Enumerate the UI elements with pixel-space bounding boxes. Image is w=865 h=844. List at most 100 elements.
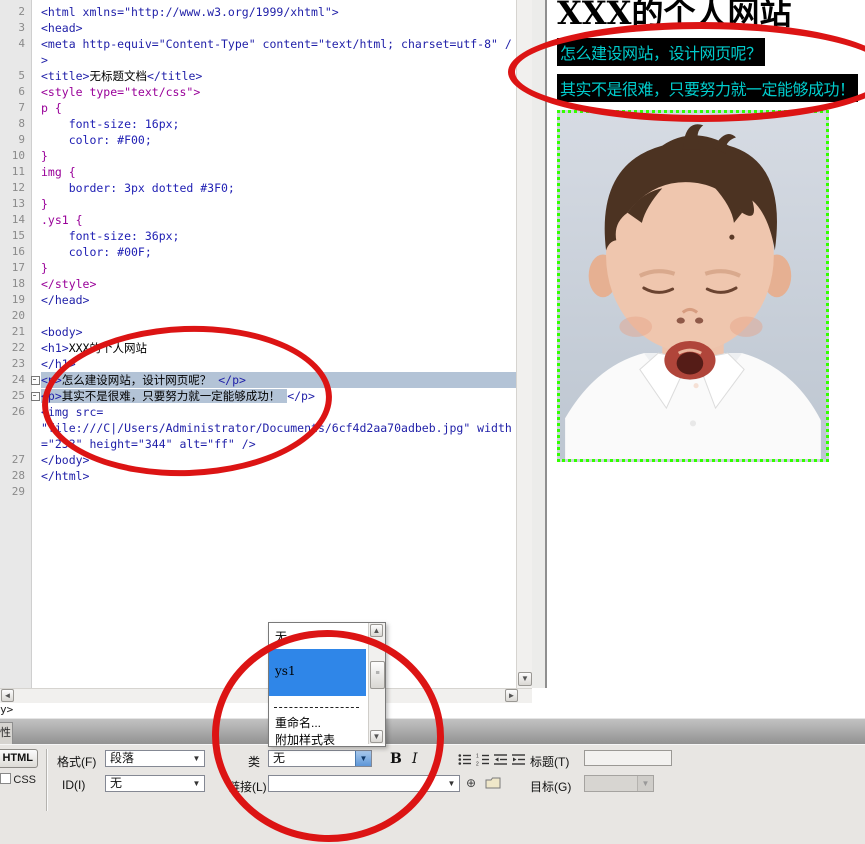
code-line[interactable]: 9 color: #F00; [0, 132, 516, 148]
code-text[interactable]: <head> [41, 20, 516, 36]
code-text[interactable] [41, 484, 516, 500]
code-line[interactable]: 17} [0, 260, 516, 276]
code-line[interactable]: 7 p { [0, 100, 516, 116]
code-line[interactable]: 2 <html xmlns="http://www.w3.org/1999/xht… [0, 4, 516, 20]
code-line[interactable]: 20 [0, 308, 516, 324]
code-text[interactable]: <img src= [41, 404, 516, 420]
code-text[interactable] [41, 308, 516, 324]
format-dropdown-icon[interactable]: ▼ [189, 751, 204, 766]
code-line[interactable]: 4 <meta http-equiv="Content-Type" content… [0, 36, 516, 52]
link-dropdown-icon[interactable]: ▼ [444, 776, 459, 791]
code-line[interactable]: 15 font-size: 36px; [0, 228, 516, 244]
link-input[interactable]: ▼ [268, 775, 460, 792]
code-line[interactable]: 27 </body> [0, 452, 516, 468]
html-mode-button[interactable]: HTML [0, 749, 38, 768]
code-line[interactable]: 18 </style> [0, 276, 516, 292]
popup-item-none[interactable]: 无 [269, 628, 366, 645]
code-text[interactable]: </body> [41, 452, 516, 468]
code-line[interactable]: 24 <p>怎么建设网站，设计网页呢？ </p> [0, 372, 516, 388]
code-text[interactable]: <p>其实不是很难，只要努力就一定能够成功！ </p> [41, 388, 516, 404]
code-line[interactable]: 12 border: 3px dotted #3F0; [0, 180, 516, 196]
code-text[interactable]: <title>无标题文档</title> [41, 68, 516, 84]
format-select[interactable]: 段落 ▼ [105, 750, 205, 767]
code-text[interactable]: </h1> [41, 356, 516, 372]
design-heading[interactable]: XXX的个人网站 [557, 0, 792, 34]
code-line[interactable]: 11 img { [0, 164, 516, 180]
unordered-list-icon[interactable] [458, 753, 472, 766]
code-line[interactable]: 22 <h1>XXX的个人网站 [0, 340, 516, 356]
code-line[interactable]: 10} [0, 148, 516, 164]
italic-button[interactable]: I [412, 751, 418, 767]
code-text[interactable]: "file:///C|/Users/Administrator/Document… [41, 420, 516, 436]
code-line[interactable]: 26 <img src= [0, 404, 516, 420]
code-text[interactable]: } [41, 260, 516, 276]
id-select[interactable]: 无 ▼ [105, 775, 205, 792]
css-mode-button[interactable]: CSS [0, 772, 36, 788]
code-line[interactable]: 19 </head> [0, 292, 516, 308]
point-to-file-icon[interactable]: ⊕ [466, 776, 476, 790]
pane-splitter[interactable] [532, 0, 547, 688]
popup-item-attach-stylesheet[interactable]: 附加样式表 [269, 731, 366, 746]
scroll-down-icon[interactable]: ▼ [518, 672, 532, 686]
properties-panel-tab[interactable]: 性 [0, 722, 13, 746]
code-line[interactable]: 5 <title>无标题文档</title> [0, 68, 516, 84]
code-text[interactable]: border: 3px dotted #3F0; [41, 180, 516, 196]
ordered-list-icon[interactable]: 12 [476, 753, 490, 766]
code-text[interactable]: <meta http-equiv="Content-Type" content=… [41, 36, 516, 52]
code-text[interactable]: <style type="text/css"> [41, 84, 516, 100]
fold-marker-icon[interactable] [31, 392, 40, 401]
code-text[interactable]: </style> [41, 276, 516, 292]
code-text[interactable]: color: #F00; [41, 132, 516, 148]
popup-item-ys1[interactable]: ys1 [269, 649, 366, 696]
code-text[interactable]: font-size: 16px; [41, 116, 516, 132]
browse-folder-icon[interactable] [485, 777, 501, 789]
class-dropdown-icon[interactable]: ▼ [355, 751, 371, 766]
code-line[interactable]: 25 <p>其实不是很难，只要努力就一定能够成功！ </p> [0, 388, 516, 404]
popup-scrollbar[interactable]: ▲ ≡ ▼ [368, 623, 385, 744]
title-input[interactable] [584, 750, 672, 766]
code-view-pane[interactable]: 2 <html xmlns="http://www.w3.org/1999/xht… [0, 0, 516, 688]
code-line[interactable]: 23 </h1> [0, 356, 516, 372]
code-text[interactable]: <p>怎么建设网站，设计网页呢？ </p> [41, 372, 516, 388]
id-dropdown-icon[interactable]: ▼ [189, 776, 204, 791]
code-text[interactable]: } [41, 148, 516, 164]
scroll-right-icon[interactable]: ► [505, 689, 518, 702]
code-horizontal-scrollbar[interactable]: ◄ ► [0, 688, 532, 704]
code-text[interactable]: </html> [41, 468, 516, 484]
tag-selector-bar[interactable]: y> [0, 703, 865, 717]
code-line[interactable]: 3 <head> [0, 20, 516, 36]
outdent-icon[interactable] [494, 753, 508, 766]
code-line[interactable]: 14 .ys1 { [0, 212, 516, 228]
code-text[interactable]: <h1>XXX的个人网站 [41, 340, 516, 356]
popup-scroll-down-icon[interactable]: ▼ [370, 730, 383, 743]
code-line[interactable]: 8 font-size: 16px; [0, 116, 516, 132]
code-line[interactable]: 21 <body> [0, 324, 516, 340]
code-text[interactable]: <body> [41, 324, 516, 340]
popup-scroll-thumb[interactable]: ≡ [370, 661, 385, 689]
properties-panel-header[interactable]: 性 [0, 718, 865, 746]
code-text[interactable]: <html xmlns="http://www.w3.org/1999/xhtm… [41, 4, 516, 20]
code-line[interactable]: ="253" height="344" alt="ff" /> [0, 436, 516, 452]
code-text[interactable]: p { [41, 100, 516, 116]
popup-scroll-up-icon[interactable]: ▲ [370, 624, 383, 637]
code-lines[interactable]: 2 <html xmlns="http://www.w3.org/1999/xht… [0, 4, 516, 500]
class-select[interactable]: 无 ▼ [268, 750, 372, 767]
popup-item-rename[interactable]: 重命名... [269, 714, 366, 731]
code-line[interactable]: "file:///C|/Users/Administrator/Document… [0, 420, 516, 436]
code-text[interactable]: > [41, 52, 516, 68]
code-text[interactable]: font-size: 36px; [41, 228, 516, 244]
fold-marker-icon[interactable] [31, 376, 40, 385]
code-line[interactable]: 28 </html> [0, 468, 516, 484]
indent-icon[interactable] [512, 753, 526, 766]
code-text[interactable]: .ys1 { [41, 212, 516, 228]
code-line[interactable]: 29 [0, 484, 516, 500]
bold-button[interactable]: B [390, 751, 402, 767]
code-line[interactable]: > [0, 52, 516, 68]
code-line[interactable]: 6 <style type="text/css"> [0, 84, 516, 100]
code-text[interactable]: img { [41, 164, 516, 180]
scroll-left-icon[interactable]: ◄ [1, 689, 14, 702]
code-line[interactable]: 13} [0, 196, 516, 212]
baby-photo-image[interactable] [557, 110, 829, 462]
code-vertical-scrollbar[interactable]: ▼ [516, 0, 533, 688]
code-text[interactable]: } [41, 196, 516, 212]
